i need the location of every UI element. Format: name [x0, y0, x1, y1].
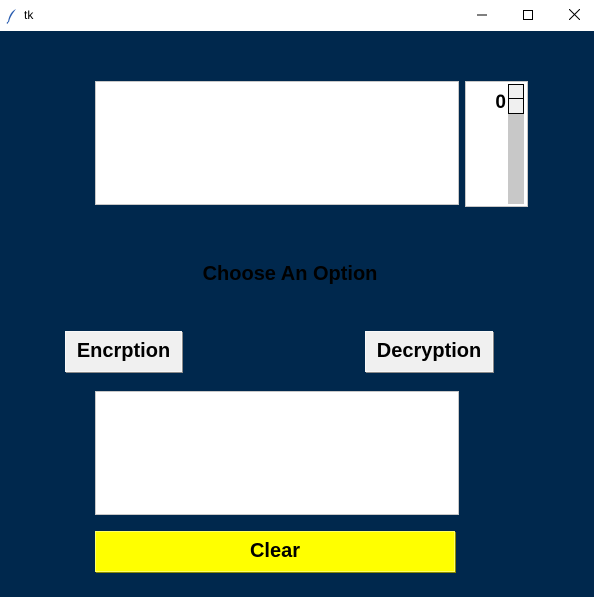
- shift-scale-value: 0: [495, 92, 506, 113]
- minimize-button[interactable]: [459, 0, 505, 31]
- window-title: tk: [24, 8, 34, 22]
- choose-option-label: Choose An Option: [202, 263, 378, 285]
- title-bar: tk: [0, 0, 597, 32]
- output-text-box[interactable]: [95, 391, 459, 515]
- close-icon: [568, 7, 580, 25]
- minimize-icon: [477, 7, 487, 25]
- feather-icon: [6, 8, 18, 24]
- maximize-icon: [523, 7, 533, 25]
- encryption-button[interactable]: Encrption: [65, 331, 182, 372]
- decryption-button[interactable]: Decryption: [365, 331, 493, 372]
- close-button[interactable]: [551, 0, 597, 31]
- maximize-button[interactable]: [505, 0, 551, 31]
- clear-button[interactable]: Clear: [95, 531, 455, 572]
- slider-grip-line: [509, 98, 523, 99]
- shift-scale-slider[interactable]: [508, 84, 524, 114]
- input-text-box[interactable]: [95, 81, 459, 205]
